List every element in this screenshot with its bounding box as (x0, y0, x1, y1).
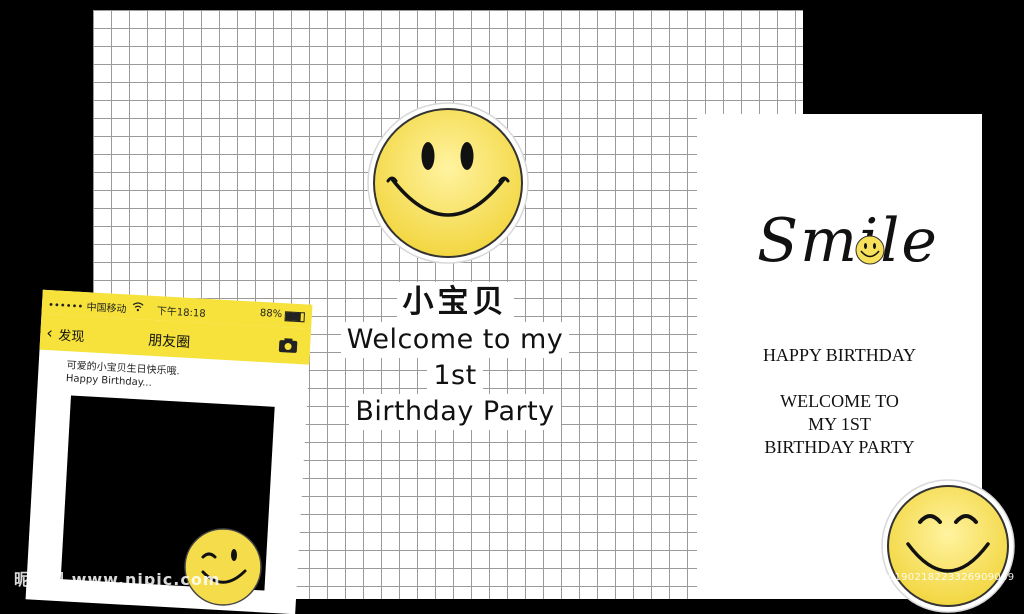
watermark-right: ID:27070328 NO:20190218223326909089 (790, 572, 1015, 583)
camera-icon[interactable] (278, 337, 299, 354)
chinese-title: 小宝贝 (396, 282, 514, 322)
back-chevron-icon[interactable]: ‹ (46, 323, 53, 342)
wifi-icon (132, 302, 144, 312)
smile-script-title: Smile (757, 206, 939, 276)
smiley-face-icon (367, 102, 529, 264)
laughing-smiley-icon (881, 479, 1015, 613)
happy-birthday-text: HAPPY BIRTHDAY (762, 345, 917, 365)
moments-title: 朋友圈 (147, 332, 191, 351)
back-label[interactable]: 发现 (58, 325, 85, 345)
status-time: 下午18:18 (156, 306, 206, 320)
welcome-line-1: Welcome to my (340, 322, 570, 358)
carrier-text: •••••• 中国移动 (47, 300, 127, 316)
birthday-party-text: BIRTHDAY PARTY (764, 437, 915, 457)
battery-icon (284, 311, 306, 323)
welcome-to-text: WELCOME TO (780, 391, 899, 411)
welcome-line-3: Birthday Party (349, 394, 561, 430)
my-1st-text: MY 1ST (808, 414, 871, 434)
moments-post: 可爱的小宝贝生日快乐哦. Happy Birthday... (66, 359, 180, 391)
watermark-left: 昵图网 www.nipic.com (14, 570, 221, 589)
mini-smiley-icon (855, 235, 885, 265)
battery-percent: 88% (259, 307, 283, 321)
welcome-line-2: 1st (427, 358, 483, 394)
welcome-heading: 小宝贝 Welcome to my 1st Birthday Party (310, 282, 600, 430)
